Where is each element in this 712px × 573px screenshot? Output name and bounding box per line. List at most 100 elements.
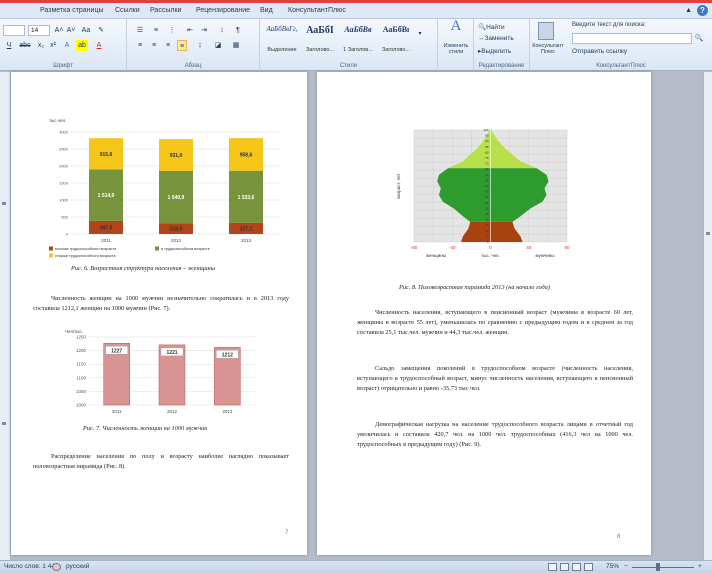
page-number: 8 bbox=[617, 534, 621, 540]
decrease-indent-icon[interactable]: ⇤ bbox=[185, 25, 195, 36]
zoom-out-icon[interactable]: − bbox=[624, 563, 628, 570]
legend-swatch bbox=[49, 253, 53, 258]
full-screen-view-icon[interactable] bbox=[560, 563, 569, 571]
send-link-button[interactable]: Отправить ссылку bbox=[572, 48, 627, 55]
age-tick-label: 95 bbox=[485, 134, 489, 138]
tab-review[interactable]: Рецензирование bbox=[196, 7, 250, 14]
underline-icon[interactable]: Ч bbox=[4, 40, 14, 51]
find-button[interactable]: 🔍Найти bbox=[478, 23, 505, 31]
font-group-label: Шрифт bbox=[53, 63, 73, 69]
change-styles-icon[interactable]: A bbox=[446, 19, 466, 39]
zoom-slider[interactable] bbox=[632, 567, 694, 568]
ribbon: 14 A˄ A˅ Аа ✎ Ч abc x₂ x² A ab A Шрифт ☰… bbox=[0, 19, 712, 71]
age-structure-chart: тыс.чел. 0 500 1000 1500 2000 2500 3000 387,0 1 5… bbox=[49, 118, 281, 258]
figure-6-caption: Рис. 6. Возрастная структура населения –… bbox=[71, 265, 215, 272]
subscript-icon[interactable]: x₂ bbox=[36, 40, 46, 51]
scroll-thumb[interactable] bbox=[706, 232, 710, 235]
select-label: Выделить bbox=[481, 48, 512, 55]
align-center-icon[interactable]: ≡ bbox=[149, 40, 159, 51]
highlight-icon[interactable]: ab bbox=[76, 40, 88, 51]
grow-font-icon[interactable]: A˄ bbox=[54, 25, 64, 36]
data-label: 1 540,9 bbox=[168, 195, 185, 201]
legend-swatch bbox=[49, 246, 53, 251]
style-heading-2[interactable]: АаБбВı Заголово... bbox=[378, 21, 414, 57]
y-tick-label: 1500 bbox=[59, 181, 69, 186]
age-tick-label: 60 bbox=[485, 173, 489, 177]
editing-group: 🔍Найти ↔Заменить ▸Выделить Редактировани… bbox=[474, 19, 530, 71]
tab-mailings[interactable]: Рассылки bbox=[150, 7, 181, 14]
numbering-icon[interactable]: ≡ bbox=[151, 25, 161, 36]
word-count[interactable]: Число слов: 1 443 bbox=[4, 563, 59, 570]
clear-format-icon[interactable]: ✎ bbox=[96, 25, 106, 36]
y-tick-label: 1100 bbox=[76, 375, 86, 380]
age-tick-label: 70 bbox=[485, 162, 489, 166]
strikethrough-icon[interactable]: abc bbox=[18, 40, 32, 51]
proofing-icon[interactable] bbox=[52, 563, 61, 571]
increase-indent-icon[interactable]: ⇥ bbox=[199, 25, 209, 36]
pilcrow-icon[interactable]: ¶ bbox=[233, 25, 243, 36]
data-label: 1 514,9 bbox=[98, 193, 115, 199]
data-label: 1212 bbox=[222, 352, 233, 358]
search-input[interactable] bbox=[572, 33, 692, 44]
zoom-in-icon[interactable]: + bbox=[698, 563, 702, 570]
multilevel-icon[interactable]: ⋮ bbox=[167, 25, 177, 36]
font-name-field[interactable] bbox=[3, 25, 25, 36]
y-tick-label: 500 bbox=[61, 215, 68, 220]
figure-8-caption: Рис. 8. Половозрастная пирамида 2013 (на… bbox=[399, 284, 550, 291]
consultant-group-label: КонсультантПлюс bbox=[596, 63, 646, 69]
minimize-ribbon-icon[interactable]: ▲ bbox=[685, 7, 692, 14]
age-tick-label: 35 bbox=[485, 201, 489, 205]
bullets-icon[interactable]: ☰ bbox=[135, 25, 145, 36]
sort-icon[interactable]: ↕ bbox=[217, 25, 227, 36]
font-color-icon[interactable]: A bbox=[94, 40, 104, 51]
replace-button[interactable]: ↔Заменить bbox=[478, 35, 514, 42]
change-styles-button[interactable]: Изменить стили bbox=[440, 43, 472, 55]
shading-icon[interactable]: ◪ bbox=[213, 40, 223, 51]
tab-consultant[interactable]: КонсультантПлюс bbox=[288, 7, 346, 14]
align-left-icon[interactable]: ≡ bbox=[135, 40, 145, 51]
consultant-logo-icon[interactable] bbox=[538, 22, 554, 40]
paragraph: Численность населения, вступающего в пен… bbox=[357, 309, 633, 336]
style-heading-1[interactable]: АаБбВв 1 Заголов... bbox=[340, 21, 376, 57]
borders-icon[interactable]: ▦ bbox=[231, 40, 241, 51]
print-layout-view-icon[interactable] bbox=[548, 563, 557, 571]
legend-swatch bbox=[155, 246, 159, 251]
zoom-slider-thumb[interactable] bbox=[656, 563, 660, 571]
select-button[interactable]: ▸Выделить bbox=[478, 47, 511, 55]
consultant-button[interactable]: Консультант Плюс bbox=[532, 43, 564, 55]
style-emphasis[interactable]: АаБбВвГг, Выделение bbox=[264, 21, 300, 57]
language-indicator[interactable]: русский bbox=[66, 563, 89, 570]
zoom-level[interactable]: 75% bbox=[606, 563, 619, 570]
tab-references[interactable]: Ссылки bbox=[115, 7, 140, 14]
line-spacing-icon[interactable]: ↨ bbox=[195, 40, 205, 51]
style-heading[interactable]: АаБбI Заголово... bbox=[302, 21, 338, 57]
align-right-icon[interactable]: ≡ bbox=[163, 40, 173, 51]
help-icon[interactable]: ? bbox=[697, 5, 708, 16]
text-effects-icon[interactable]: A bbox=[62, 40, 72, 51]
x-tick-label: 2012 bbox=[171, 238, 182, 243]
find-label: Найти bbox=[486, 24, 505, 31]
women-per-1000-men-chart: Чел/тыс.1250 1200 1150 1100 1050 1000 1227 2011… bbox=[65, 329, 255, 414]
x-tick-label: 2013 bbox=[241, 238, 252, 243]
tab-page-layout[interactable]: Разметка страницы bbox=[40, 7, 104, 14]
legend-label: старше трудоспособного возраста bbox=[55, 254, 117, 258]
outline-view-icon[interactable] bbox=[584, 563, 593, 571]
search-label: Введите текст для поиска: bbox=[572, 22, 646, 28]
y-tick-label: 1150 bbox=[76, 362, 86, 367]
data-label: 327,1 bbox=[240, 226, 253, 232]
web-layout-view-icon[interactable] bbox=[572, 563, 581, 571]
styles-more-icon[interactable]: ▾ bbox=[416, 29, 424, 40]
style-sample: АаБбI bbox=[306, 25, 334, 36]
justify-icon[interactable]: ≡ bbox=[177, 40, 187, 51]
data-label: 1221 bbox=[166, 350, 177, 356]
y-tick-label: 2000 bbox=[59, 164, 69, 169]
superscript-icon[interactable]: x² bbox=[48, 40, 58, 51]
shrink-font-icon[interactable]: A˅ bbox=[66, 25, 76, 36]
tab-view[interactable]: Вид bbox=[260, 7, 273, 14]
style-name: Заголово... bbox=[305, 47, 335, 53]
style-name: Заголово... bbox=[381, 47, 411, 53]
change-case-icon[interactable]: Аа bbox=[80, 25, 92, 36]
search-go-icon[interactable]: 🔍 bbox=[694, 33, 704, 44]
font-size-field[interactable]: 14 bbox=[28, 25, 50, 36]
vertical-scrollbar[interactable] bbox=[703, 72, 712, 560]
